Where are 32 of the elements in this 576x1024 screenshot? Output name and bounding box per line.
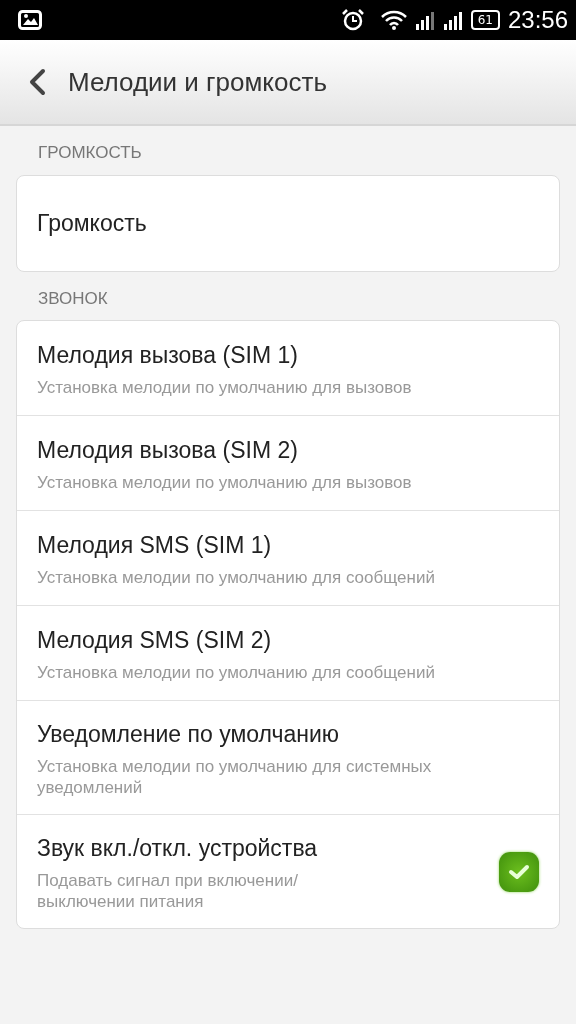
settings-item[interactable]: Мелодия SMS (SIM 1) Установка мелодии по умолчанию для сообщений [17, 511, 559, 606]
settings-item[interactable]: Мелодия вызова (SIM 2) Установка мелодии по умолчанию для вызовов [17, 416, 559, 511]
item-title: Мелодия SMS (SIM 2) [37, 626, 273, 656]
settings-item[interactable]: Мелодия вызова (SIM 1) Установка мелодии по умолчанию для вызовов [17, 321, 559, 416]
settings-item[interactable]: Звук вкл./откл. устройства Подавать сигнал при включении/ выключении питания [17, 815, 559, 928]
section-header: ЗВОНОК [37, 287, 109, 310]
item-title: Мелодия вызова (SIM 2) [37, 436, 299, 466]
image-icon [18, 10, 42, 30]
item-subtitle: Установка мелодии по умолчанию для системных уведомлений [37, 755, 433, 798]
alarm-icon [340, 8, 365, 32]
signal-icon [442, 9, 463, 31]
item-subtitle: Установка мелодии по умолчанию для сообщений [37, 661, 436, 683]
clock: 23:56 [507, 5, 568, 35]
item-title: Мелодия SMS (SIM 1) [37, 531, 273, 561]
settings-item[interactable]: Уведомление по умолчанию Установка мелодии по умолчанию для системных уведомлений [17, 701, 559, 815]
signal-icon [414, 9, 435, 31]
item-subtitle: Установка мелодии по умолчанию для сообщений [37, 566, 436, 588]
screen-title: Мелодии и громкость [68, 65, 327, 99]
section-header: ГРОМКОСТЬ [37, 142, 143, 164]
item-subtitle: Установка мелодии по умолчанию для вызовов [37, 376, 413, 398]
item-title: Мелодия вызова (SIM 1) [37, 341, 299, 371]
checkbox[interactable] [499, 851, 539, 892]
settings-item[interactable]: Громкость [17, 175, 559, 271]
item-subtitle: Установка мелодии по умолчанию для вызовов [37, 471, 413, 493]
item-title: Звук вкл./откл. устройства [37, 834, 319, 863]
item-title: Уведомление по умолчанию [37, 720, 340, 749]
item-subtitle: Подавать сигнал при включении/ выключении питания [37, 869, 299, 912]
item-title: Громкость [37, 208, 148, 238]
settings-item[interactable]: Мелодия SMS (SIM 2) Установка мелодии по умолчанию для сообщений [17, 606, 559, 701]
wifi-icon [380, 10, 407, 30]
battery-icon: 61 [470, 10, 500, 30]
back-icon[interactable] [28, 68, 46, 96]
